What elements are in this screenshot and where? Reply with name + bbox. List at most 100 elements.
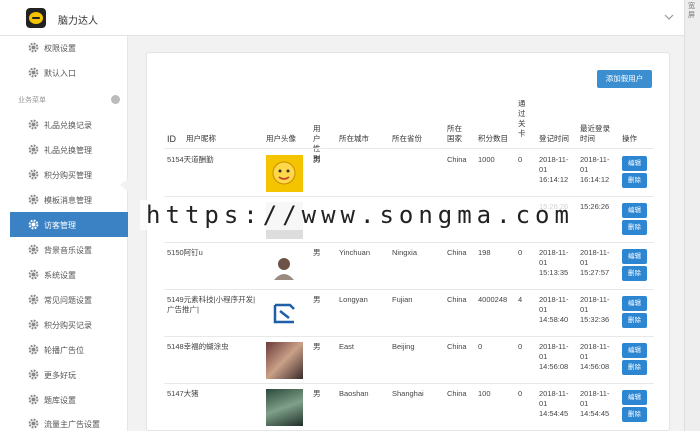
col-avatar: 用户头像	[266, 134, 296, 143]
active-pointer	[120, 179, 128, 191]
brand-logo-icon	[273, 303, 295, 324]
delete-button[interactable]: 删除	[622, 266, 647, 281]
cell-gender: 男	[313, 295, 321, 304]
cell-gender: 男	[313, 389, 321, 398]
gear-icon	[28, 294, 39, 305]
app-logo	[26, 8, 46, 28]
col-country: 所在国家	[447, 124, 462, 143]
gear-icon	[28, 144, 39, 155]
cell-city: Longyan	[339, 295, 368, 304]
gear-icon	[28, 169, 39, 180]
cell-city: Yinchuan	[339, 248, 370, 257]
add-fake-user-button[interactable]: 添加假用户	[597, 70, 652, 88]
row-divider	[164, 148, 654, 149]
col-city: 所在城市	[339, 134, 369, 143]
watermark: https://www.songma.com	[140, 200, 580, 230]
cell-points: 0	[478, 342, 483, 351]
sidebar-item[interactable]: 更多好玩	[10, 362, 128, 387]
sidebar-item[interactable]: 访客管理	[10, 212, 128, 237]
cell-id-nickname: 5149元素科技|小程序开发|广告推广|	[167, 295, 256, 314]
sidebar-item-label: 默认入口	[44, 69, 76, 78]
cell-country: China	[447, 155, 467, 164]
edit-button[interactable]: 编辑	[622, 296, 647, 311]
edit-button[interactable]: 编辑	[622, 390, 647, 405]
col-reg-time: 登记时间	[539, 134, 569, 143]
gear-icon	[28, 42, 39, 53]
top-header: 脑力达人	[0, 0, 684, 36]
cell-reg-time: 2018-11-01 14:56:08	[539, 342, 569, 371]
delete-button[interactable]: 删除	[622, 407, 647, 422]
row-divider	[164, 196, 654, 197]
sidebar-item[interactable]: 积分购买记录	[10, 312, 128, 337]
gear-icon	[28, 319, 39, 330]
row-divider	[164, 242, 654, 243]
cell-id-nickname: 5147大猪	[167, 389, 199, 398]
sidebar-item-label: 系统设置	[44, 271, 76, 280]
sidebar-item[interactable]: 题库设置	[10, 387, 128, 412]
sidebar-item[interactable]: 权限设置	[10, 35, 128, 60]
avatar	[266, 295, 303, 332]
sidebar-item[interactable]: 默认入口	[10, 60, 128, 85]
sidebar-item[interactable]: 积分购买管理	[10, 162, 128, 187]
cell-last-login: 2018-11-01 16:14:12	[580, 155, 610, 184]
sidebar-item-label: 流量主广告设置	[44, 420, 100, 429]
sidebar-item[interactable]: 模板消息管理	[10, 187, 128, 212]
sidebar-item[interactable]: 轮播广告位	[10, 337, 128, 362]
cell-id-nickname: 5148幸福的蝴涂虫	[167, 342, 229, 351]
widescreen-label: 宽屏	[688, 3, 695, 19]
cell-reg-time: 2018-11-01 16:14:12	[539, 155, 569, 184]
sidebar-item-label: 权限设置	[44, 44, 76, 53]
sidebar-item-label: 积分购买管理	[44, 171, 92, 180]
sidebar-section-label: 业务菜单	[18, 97, 46, 104]
gear-icon	[28, 67, 39, 78]
edit-button[interactable]: 编辑	[622, 249, 647, 264]
section-collapse-icon[interactable]	[111, 95, 120, 104]
cell-id-nickname: 5154天道酬勤	[167, 155, 214, 164]
cell-city: Baoshan	[339, 389, 369, 398]
gear-icon	[28, 394, 39, 405]
cell-last-login: 15:26:26	[580, 202, 610, 211]
cell-points: 198	[478, 248, 491, 257]
row-divider	[164, 336, 654, 337]
chevron-down-icon[interactable]	[664, 12, 674, 22]
sidebar-item[interactable]: 系统设置	[10, 262, 128, 287]
sidebar-item[interactable]: 礼品兑换管理	[10, 137, 128, 162]
cell-reg-time: 2018-11-01 14:54:45	[539, 389, 569, 418]
avatar	[266, 155, 303, 192]
delete-button[interactable]: 删除	[622, 220, 647, 235]
gear-icon	[28, 119, 39, 130]
sidebar-item[interactable]: 流量主广告设置	[10, 411, 128, 431]
row-divider	[164, 289, 654, 290]
delete-button[interactable]: 删除	[622, 173, 647, 188]
cell-points: 100	[478, 389, 491, 398]
sidebar-item[interactable]: 背景音乐设置	[10, 237, 128, 262]
sidebar-item-label: 积分购买记录	[44, 321, 92, 330]
edit-button[interactable]: 编辑	[622, 343, 647, 358]
sidebar-item[interactable]: 常见问题设置	[10, 287, 128, 312]
gear-icon	[28, 244, 39, 255]
col-last-login: 最近登录时间	[580, 124, 610, 143]
cell-pass: 0	[518, 389, 523, 398]
delete-button[interactable]: 删除	[622, 313, 647, 328]
edit-button[interactable]: 编辑	[622, 203, 647, 218]
sidebar-item[interactable]: 礼品兑换记录	[10, 112, 128, 137]
col-nickname: 用户昵称	[186, 134, 216, 143]
cell-country: China	[447, 248, 467, 257]
cell-id-nickname: 5150阿钉u	[167, 248, 203, 257]
edit-button[interactable]: 编辑	[622, 156, 647, 171]
cell-province: Shanghai	[392, 389, 424, 398]
sidebar-item-label: 访客管理	[44, 221, 76, 230]
widescreen-toggle[interactable]: 宽屏	[684, 0, 700, 431]
delete-button[interactable]: 删除	[622, 360, 647, 375]
person-avatar-icon	[274, 258, 294, 280]
gear-icon	[28, 194, 39, 205]
cell-province: Beijing	[392, 342, 415, 351]
cell-country: China	[447, 389, 467, 398]
row-divider	[164, 383, 654, 384]
col-province: 所在省份	[392, 134, 422, 143]
col-points: 积分数目	[478, 134, 508, 143]
cell-gender: 男	[313, 155, 321, 164]
sidebar-item-label: 礼品兑换记录	[44, 121, 92, 130]
sidebar-item-label: 模板消息管理	[44, 196, 92, 205]
sidebar-item-label: 礼品兑换管理	[44, 146, 92, 155]
